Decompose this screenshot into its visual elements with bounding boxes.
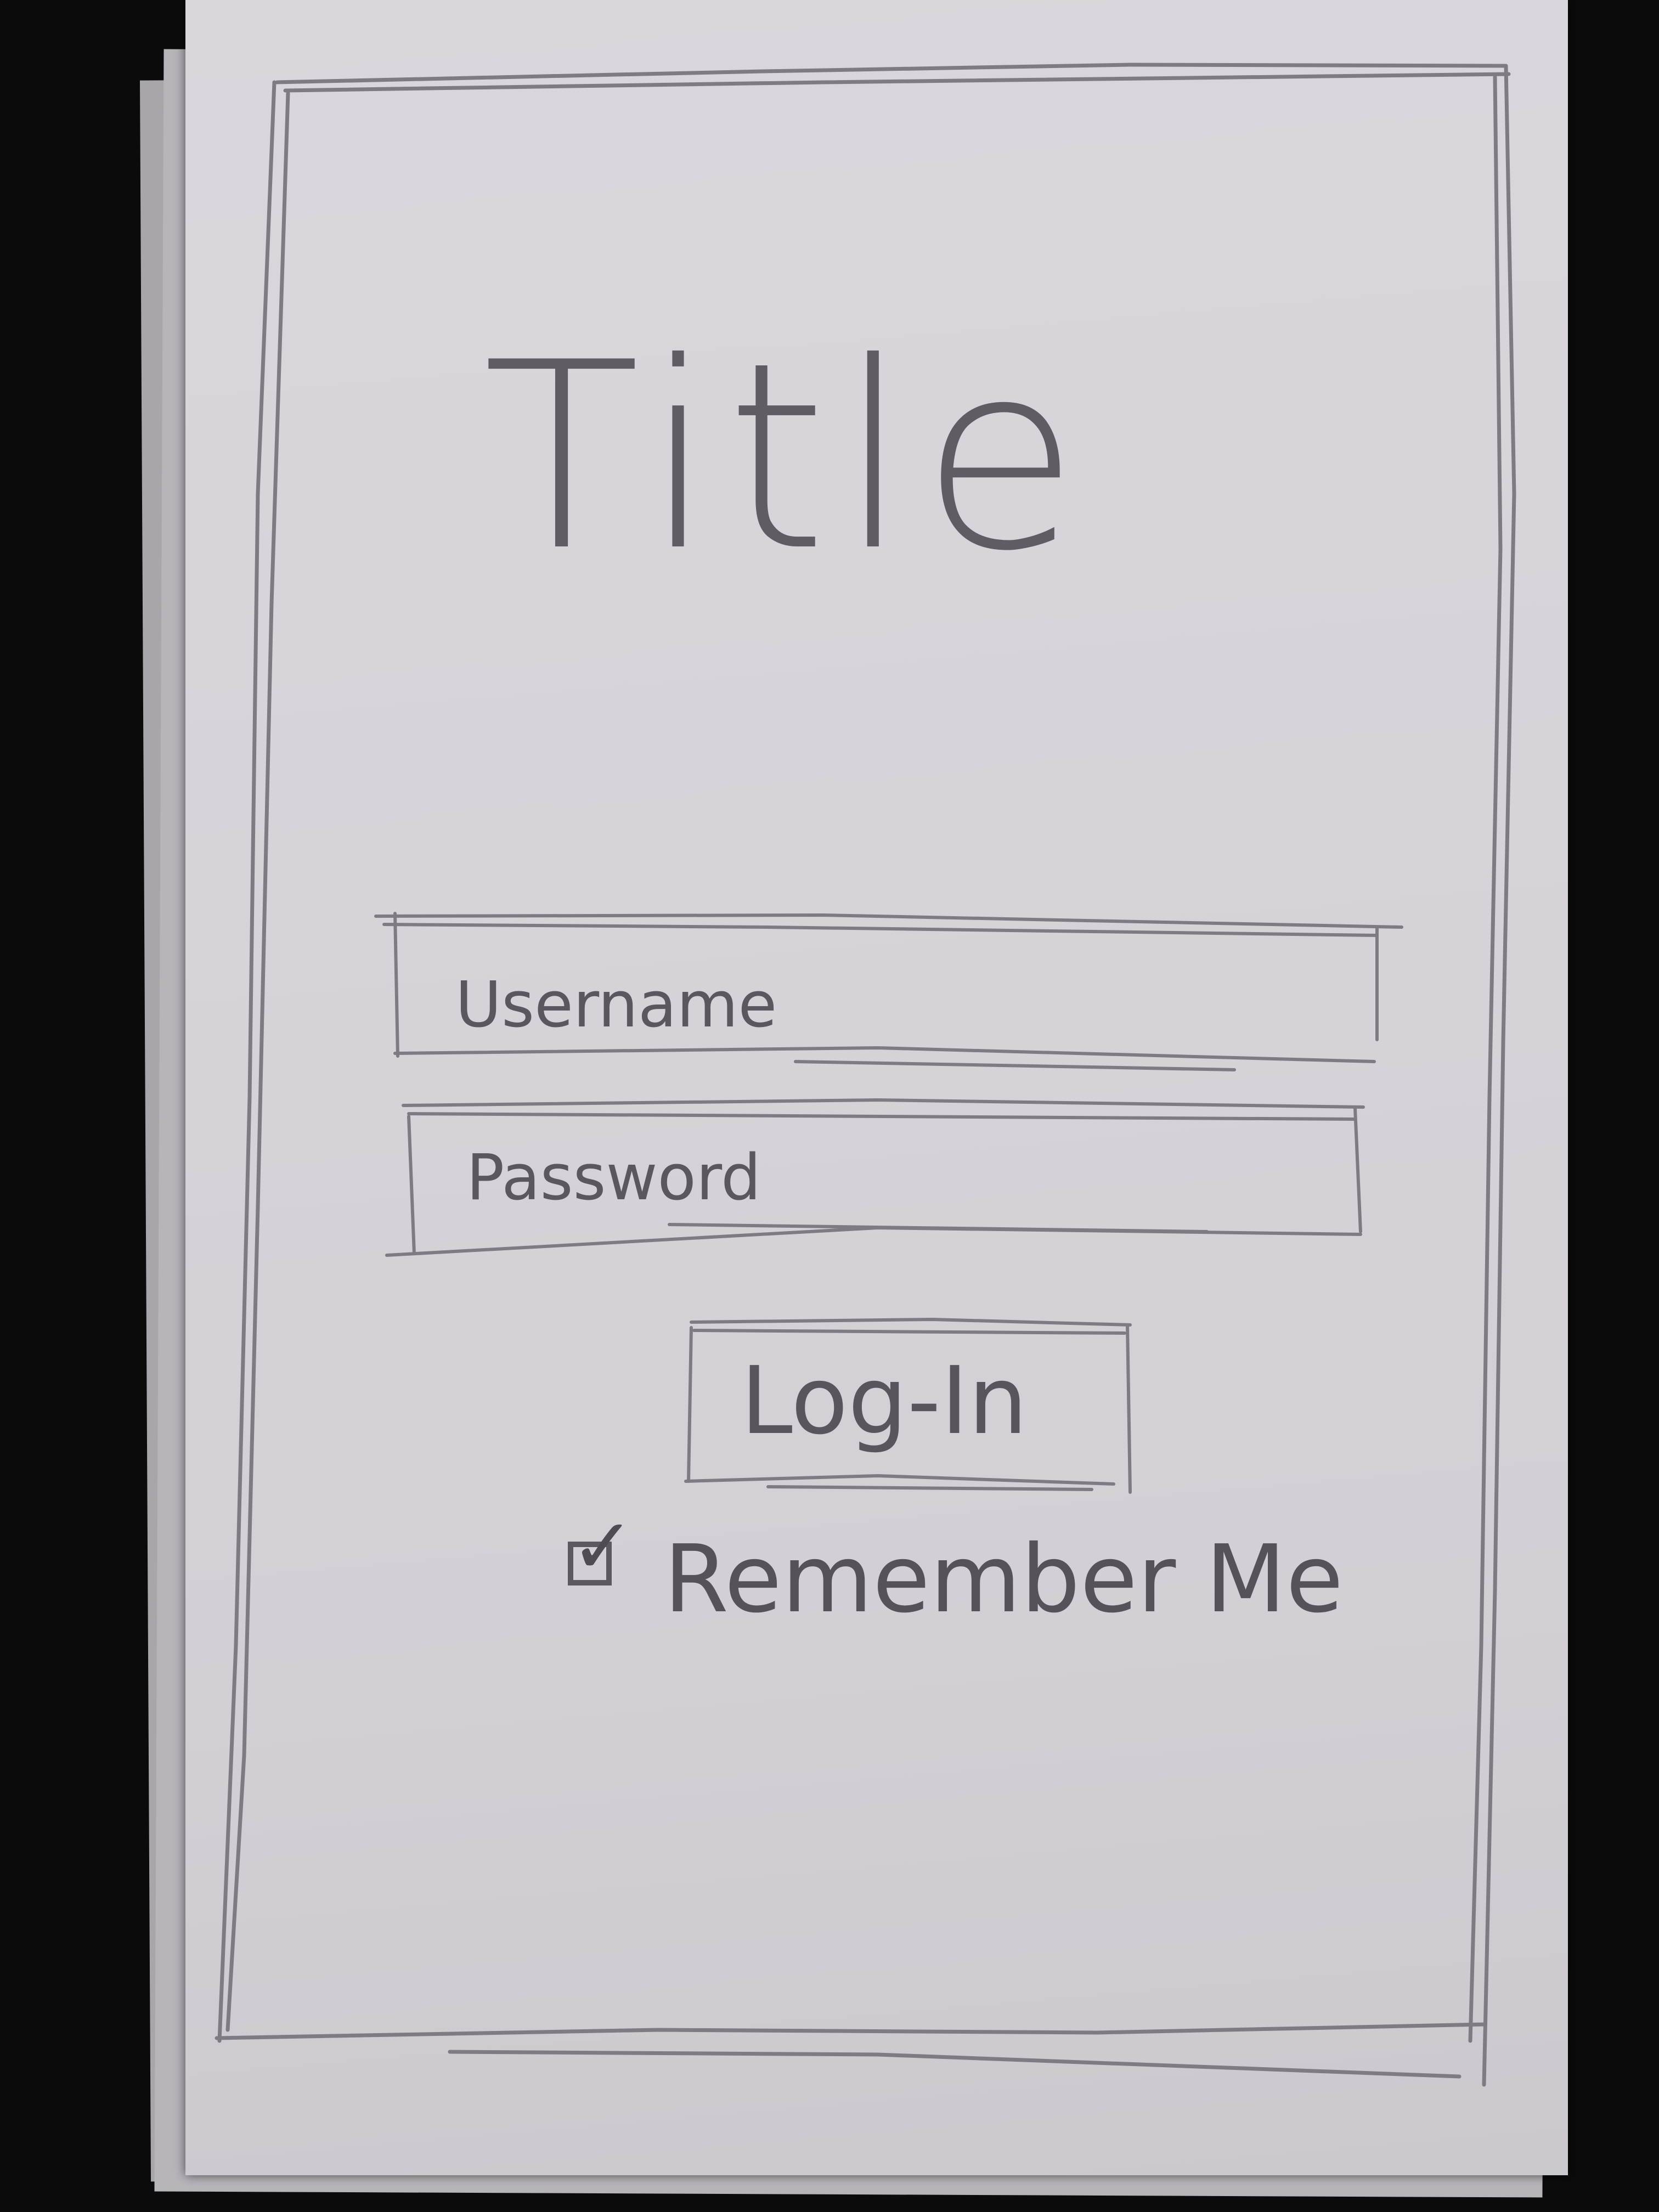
login-button[interactable]: Log-In	[689, 1322, 1130, 1487]
app-title: Title	[483, 307, 1091, 607]
password-input[interactable]: Password	[409, 1105, 1361, 1251]
username-placeholder: Username	[455, 968, 777, 1042]
remember-me-label[interactable]: Remember Me	[664, 1525, 1344, 1634]
login-button-label: Log-In	[741, 1347, 1028, 1455]
checkmark-icon: ✓	[571, 1502, 635, 1592]
username-input[interactable]: Username	[395, 916, 1377, 1056]
password-placeholder: Password	[466, 1141, 761, 1215]
photo-stage: Title Username Password Log-In ✓ Remembe…	[0, 0, 1659, 2212]
